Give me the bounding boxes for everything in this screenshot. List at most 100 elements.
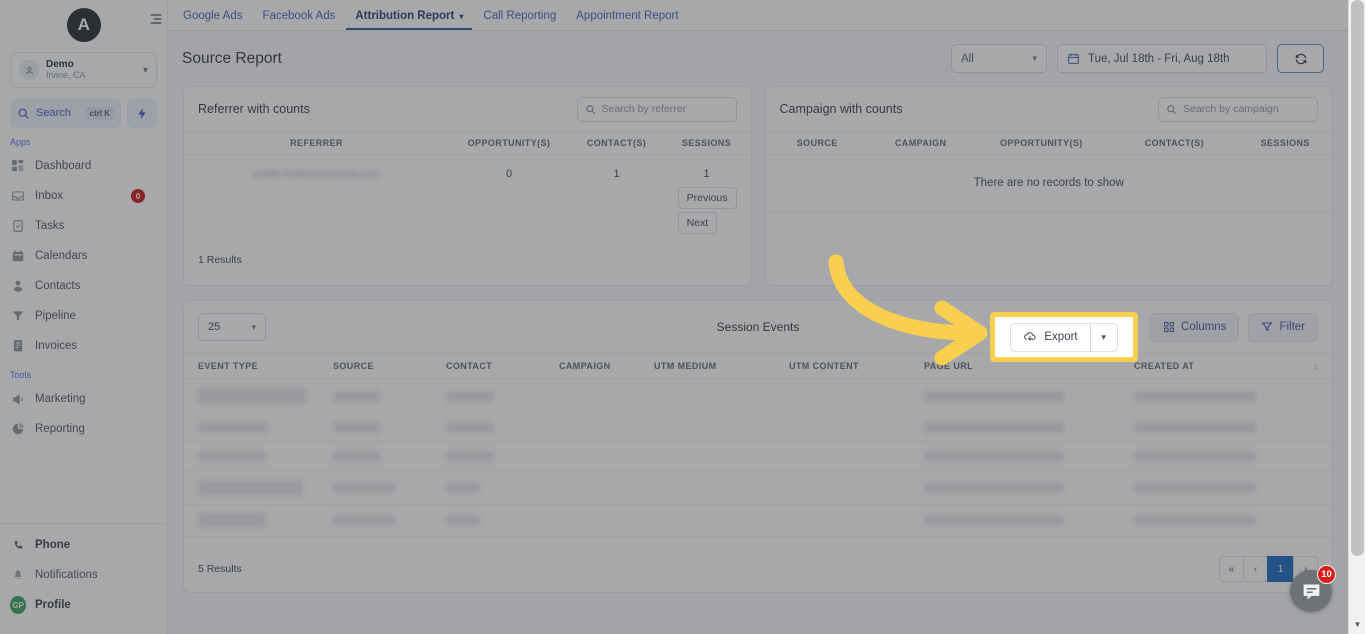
- cell-sessions: 1: [703, 167, 710, 180]
- column-header-sessions: SESSIONS: [681, 138, 732, 148]
- cell-skeleton: [1134, 515, 1256, 526]
- tab-appointment-report[interactable]: Appointment Report: [567, 10, 687, 30]
- column-header-event-type: EVENT TYPE: [198, 361, 259, 371]
- column-header-opportunities: OPPORTUNITY(S): [1000, 138, 1083, 148]
- search-shortcut: ctrl K: [85, 106, 114, 120]
- session-events-table-header: EVENT TYPE SOURCE CONTACT CAMPAIGN UTM M…: [184, 353, 1332, 379]
- referrer-card-header: Referrer with counts Search by referrer: [184, 87, 751, 131]
- chat-icon: [1303, 584, 1319, 599]
- sidebar-item-calendars[interactable]: Calendars: [0, 241, 167, 271]
- pagination-page-1[interactable]: 1: [1267, 556, 1294, 582]
- sidebar-item-label: Pipeline: [35, 310, 76, 322]
- filter-select-value: All: [961, 52, 974, 65]
- campaign-search-input[interactable]: Search by campaign: [1158, 96, 1318, 122]
- table-row[interactable]: [184, 413, 1332, 442]
- export-dropdown-toggle[interactable]: ▾: [1089, 323, 1117, 351]
- scroll-down-arrow-icon[interactable]: ▼: [1349, 616, 1365, 632]
- cell-referrer: builder.leadconnectorhq.com: [252, 168, 381, 180]
- megaphone-icon: [10, 391, 26, 407]
- session-events-toolbar: 25 ▾ Session Events Export ▾ Columns: [184, 301, 1332, 353]
- export-button[interactable]: Export ▾: [1010, 322, 1118, 352]
- campaign-search-placeholder: Search by campaign: [1183, 103, 1279, 115]
- tab-label: Call Reporting: [483, 10, 557, 22]
- chevron-down-icon: ▾: [142, 64, 148, 76]
- cell-skeleton: [333, 450, 381, 462]
- referrer-next-button[interactable]: Next: [677, 212, 718, 234]
- chat-unread-badge: 10: [1317, 565, 1336, 584]
- sidebar-item-label: Dashboard: [35, 160, 92, 172]
- export-button-highlight: Export ▾: [990, 312, 1138, 362]
- table-row[interactable]: [184, 379, 1332, 413]
- quick-actions-button[interactable]: [127, 98, 157, 128]
- cell-skeleton: [333, 482, 395, 493]
- date-range-picker[interactable]: Tue, Jul 18th - Fri, Aug 18th: [1057, 44, 1267, 73]
- pagination-first-button[interactable]: «: [1219, 556, 1244, 582]
- cell-skeleton: [1134, 482, 1256, 493]
- sort-icon[interactable]: ↕: [1284, 361, 1318, 371]
- main-content: Google Ads Facebook Ads Attribution Repo…: [168, 0, 1348, 634]
- session-events-rows: [184, 379, 1332, 537]
- table-row[interactable]: [184, 471, 1332, 505]
- cell-skeleton: [924, 482, 1064, 493]
- search-input[interactable]: Search ctrl K: [10, 98, 121, 128]
- app-root: A Demo Irvine, CA ▾ Search ctrl K Apps D…: [0, 0, 1365, 634]
- refresh-button[interactable]: [1277, 44, 1324, 73]
- avatar-initials: GP: [10, 596, 26, 614]
- columns-button[interactable]: Columns: [1150, 312, 1240, 342]
- pie-chart-icon: [10, 421, 26, 437]
- cell-skeleton: [198, 450, 266, 462]
- referrer-results-count: 1 Results: [198, 254, 242, 266]
- sidebar-item-inbox[interactable]: Inbox 0: [0, 181, 167, 211]
- sidebar-collapse-button[interactable]: [148, 12, 164, 31]
- tab-label: Appointment Report: [576, 10, 679, 22]
- hamburger-icon: [150, 14, 162, 24]
- avatar-icon: GP: [10, 596, 26, 614]
- table-row[interactable]: [184, 505, 1332, 537]
- column-header-referrer: REFERRER: [290, 138, 343, 148]
- calendar-icon: [1068, 53, 1079, 64]
- referrer-previous-button[interactable]: Previous: [677, 187, 737, 209]
- scrollbar-thumb[interactable]: [1351, 0, 1364, 556]
- cell-skeleton: [446, 515, 480, 526]
- campaign-card: Campaign with counts Search by campaign …: [764, 86, 1333, 286]
- page-header: Source Report All ▾ Tue, Jul 18th - Fri,…: [168, 31, 1348, 86]
- table-row[interactable]: [184, 442, 1332, 471]
- filter-select[interactable]: All ▾: [951, 44, 1047, 73]
- sidebar-item-contacts[interactable]: Contacts: [0, 271, 167, 301]
- app-logo[interactable]: A: [0, 0, 167, 46]
- page-scrollbar[interactable]: ▼: [1348, 0, 1365, 634]
- table-row[interactable]: builder.leadconnectorhq.com 0 1 1: [184, 155, 751, 192]
- sidebar-item-notifications[interactable]: Notifications: [0, 560, 167, 590]
- sidebar-item-pipeline[interactable]: Pipeline: [0, 301, 167, 331]
- dashboard-icon: [10, 158, 26, 174]
- sidebar-item-label: Contacts: [35, 280, 81, 292]
- sidebar-item-tasks[interactable]: Tasks: [0, 211, 167, 241]
- phone-icon: [10, 537, 26, 553]
- chat-widget-button[interactable]: 10: [1290, 565, 1336, 612]
- campaign-card-header: Campaign with counts Search by campaign: [766, 87, 1333, 131]
- sidebar-item-dashboard[interactable]: Dashboard: [0, 151, 167, 181]
- tab-google-ads[interactable]: Google Ads: [174, 10, 251, 30]
- column-header-source: SOURCE: [796, 138, 838, 148]
- sidebar-item-invoices[interactable]: Invoices: [0, 331, 167, 361]
- cell-skeleton: [446, 482, 480, 493]
- tab-facebook-ads[interactable]: Facebook Ads: [253, 10, 344, 30]
- tab-label: Attribution Report: [355, 10, 455, 22]
- sidebar: A Demo Irvine, CA ▾ Search ctrl K Apps D…: [0, 0, 168, 634]
- tab-call-reporting[interactable]: Call Reporting: [474, 10, 565, 30]
- export-button-main[interactable]: Export: [1011, 324, 1089, 351]
- pagination-prev-button[interactable]: ‹: [1243, 556, 1268, 582]
- filter-button[interactable]: Filter: [1248, 312, 1318, 342]
- referrer-search-input[interactable]: Search by referrer: [576, 96, 737, 122]
- sidebar-item-profile[interactable]: GP Profile: [0, 590, 167, 620]
- sidebar-item-label: Phone: [35, 539, 71, 551]
- date-range-value: Tue, Jul 18th - Fri, Aug 18th: [1088, 52, 1230, 65]
- cell-skeleton: [1134, 390, 1256, 402]
- column-header-source: SOURCE: [333, 361, 374, 371]
- sidebar-item-phone[interactable]: Phone: [0, 530, 167, 560]
- account-switcher[interactable]: Demo Irvine, CA ▾: [10, 52, 157, 88]
- sidebar-item-reporting[interactable]: Reporting: [0, 414, 167, 444]
- sidebar-item-marketing[interactable]: Marketing: [0, 384, 167, 414]
- search-icon: [1167, 104, 1176, 114]
- tab-attribution-report[interactable]: Attribution Report ▾: [346, 10, 473, 30]
